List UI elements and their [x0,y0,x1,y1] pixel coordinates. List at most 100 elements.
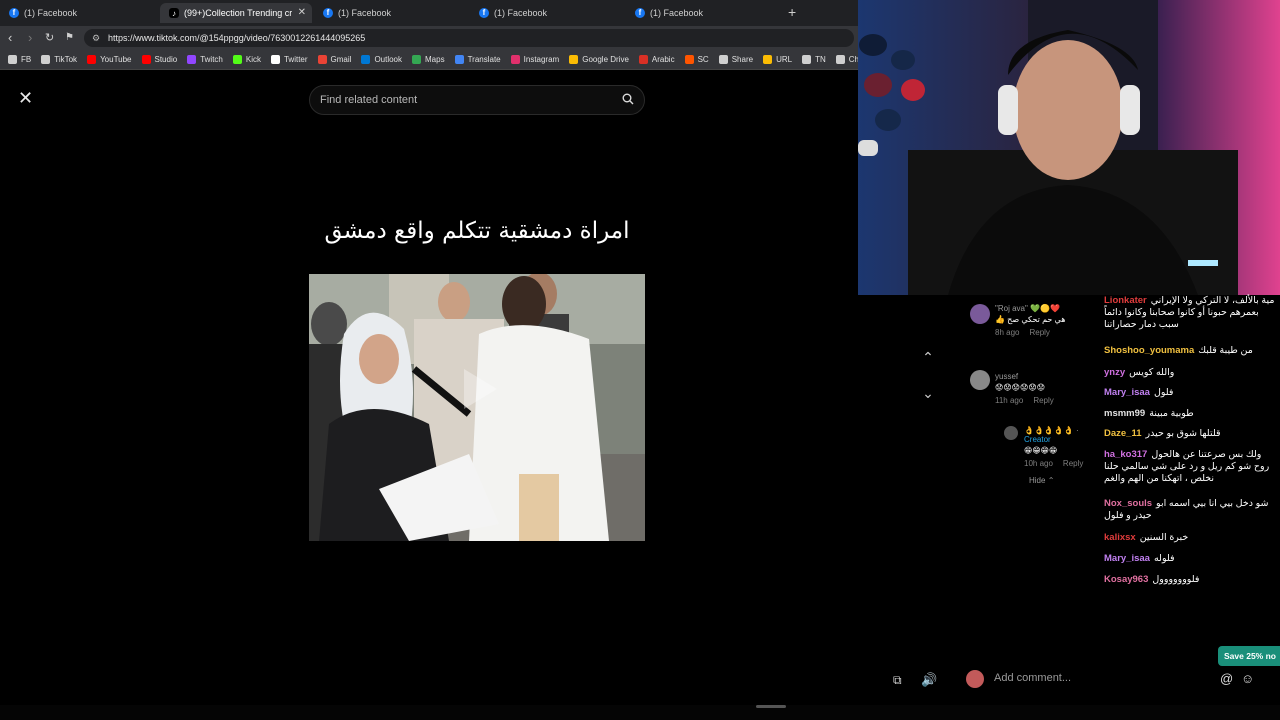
scrollbar-thumb[interactable] [756,705,786,708]
comment-time: 8h ago [995,328,1020,337]
emoji-icon[interactable]: ☺ [1241,672,1254,686]
bookmark-label: Twitch [200,55,223,64]
video-frame[interactable] [309,274,645,541]
facebook-icon: f [9,8,19,18]
search-icon[interactable] [622,93,634,105]
reload-icon[interactable]: ↻ [45,30,54,46]
bookmark-sc[interactable]: SC [684,55,709,64]
chat-text: فلول [1153,387,1174,398]
comment-text: 😁😁😁😁 [1024,446,1058,455]
url-icon [763,55,773,64]
bookmark-twitch[interactable]: Twitch [187,55,223,64]
bookmark-icon[interactable]: ⚑ [65,30,74,46]
x-icon [270,55,280,64]
reply-link[interactable]: Reply [1033,396,1053,405]
instagram-icon [510,55,520,64]
search-input[interactable]: Find related content [309,85,645,115]
bookmark-label: Arabic [651,55,675,64]
avatar[interactable] [1004,426,1018,440]
search-placeholder: Find related content [320,94,418,106]
bookmark-ch[interactable]: Ch [835,55,858,64]
bookmark-arabic[interactable]: Arabic [638,55,675,64]
chat-message: ynzy والله كويس [1104,367,1276,379]
chat-message: Shoshoo_youmama من طيبة قلبك [1104,345,1276,357]
save-offer-badge[interactable]: Save 25% no [1218,646,1280,666]
avatar[interactable] [970,304,990,324]
browser-chrome: f (1) Facebook ♪ (99+)Collection Trendin… [0,0,858,70]
chevron-up-icon: ⌃ [1047,476,1055,485]
avatar[interactable] [970,370,990,390]
previous-video-chevron-up-icon[interactable]: ⌃ [920,349,936,365]
hide-replies-button[interactable]: Hide ⌃ [1029,476,1054,485]
bookmark-label: Kick [245,55,261,64]
tab-facebook-4[interactable]: f (1) Facebook [626,3,782,23]
bookmark-studio[interactable]: Studio [141,55,177,64]
tab-facebook-1[interactable]: f (1) Facebook [0,3,156,23]
chat-username[interactable]: Kosay963 [1104,574,1148,585]
chat-username[interactable]: ha_ko317 [1104,449,1147,460]
next-video-chevron-down-icon[interactable]: ⌄ [920,385,936,401]
bookmark-label: Gmail [330,55,352,64]
comment-author[interactable]: yussef [995,372,1105,381]
reply-link[interactable]: Reply [1063,459,1083,468]
bookmark-translate[interactable]: Translate [454,55,501,64]
bookmark-label: TikTok [54,55,78,64]
bookmark-kick[interactable]: Kick [232,55,261,64]
address-bar[interactable]: ⚙ https://www.tiktok.com/@154ppgg/video/… [84,29,854,47]
comment-author[interactable]: 👌👌👌👌👌 · Creator [1024,426,1104,444]
chat-message: Mary_isaa فلول [1104,387,1276,399]
chat-username[interactable]: kalixsx [1104,532,1136,543]
comment-author-name: 👌👌👌👌👌 · [1024,426,1079,435]
bookmark-tn[interactable]: TN [802,55,826,64]
bookmark-label: Translate [467,55,501,64]
chat-username[interactable]: Mary_isaa [1104,553,1150,564]
mention-icon[interactable]: @ [1220,672,1233,686]
chat-username[interactable]: Shoshoo_youmama [1104,345,1194,356]
kick-icon [232,55,242,64]
bookmark-share[interactable]: Share [718,55,753,64]
chat-text: قلتلها شوق بو حيدر [1145,428,1221,439]
comment-author[interactable]: "Roj ava" 💚🟡❤️ [995,304,1105,313]
chat-username[interactable]: Nox_souls [1104,498,1152,509]
close-icon[interactable]: ✕ [18,89,33,107]
folder-icon [8,55,17,64]
comment-text: 😟😟😟😟😟😟 [995,383,1046,392]
bookmark-gmail[interactable]: Gmail [317,55,352,64]
tab-facebook-3[interactable]: f (1) Facebook [470,3,626,23]
chat-message: Mary_isaa فلوله [1104,553,1276,565]
outlook-icon [361,55,371,64]
comment-time: 10h ago [1024,459,1053,468]
tab-tiktok[interactable]: ♪ (99+)Collection Trending create ✕ [160,3,312,23]
chat-username[interactable]: msmm99 [1104,408,1145,419]
bookmark-url[interactable]: URL [763,55,792,64]
back-arrow-icon[interactable]: ‹ [8,30,12,46]
chat-username[interactable]: Daze_11 [1104,428,1142,439]
comment-item: 👌👌👌👌👌 · Creator 😁😁😁😁 10h ago Reply [1024,426,1104,468]
url-text: https://www.tiktok.com/@154ppgg/video/76… [108,33,366,43]
add-comment-input[interactable]: Add comment... [994,672,1071,684]
chat-username[interactable]: Lionkater [1104,295,1147,306]
site-info-icon[interactable]: ⚙ [92,29,100,47]
bookmark-maps[interactable]: Maps [412,55,445,64]
reply-link[interactable]: Reply [1029,328,1049,337]
new-tab-button[interactable]: + [788,4,796,20]
bookmark-google-drive[interactable]: Google Drive [569,55,629,64]
share-icon [718,55,728,64]
bookmark-label: Google Drive [582,55,629,64]
comment-meta: 10h ago Reply [1024,459,1104,468]
chat-username[interactable]: Mary_isaa [1104,387,1150,398]
hide-label: Hide [1029,476,1046,485]
comment-meta: 11h ago Reply [995,396,1105,405]
tiktok-icon: ♪ [169,8,179,18]
bookmark-fb[interactable]: FB [8,55,31,64]
bookmark-instagram[interactable]: Instagram [510,55,559,64]
bookmark-tiktok[interactable]: TikTok [41,55,77,64]
bookmark-twitter[interactable]: Twitter [270,55,308,64]
bookmark-youtube[interactable]: YouTube [87,55,132,64]
chat-username[interactable]: ynzy [1104,367,1125,378]
video-player[interactable]: امراة دمشقية تتكلم واقع دمشق [309,168,645,614]
bookmark-outlook[interactable]: Outlook [361,55,402,64]
close-tab-icon[interactable]: ✕ [298,7,306,18]
forward-arrow-icon[interactable]: › [28,30,32,46]
tab-facebook-2[interactable]: f (1) Facebook [314,3,470,23]
